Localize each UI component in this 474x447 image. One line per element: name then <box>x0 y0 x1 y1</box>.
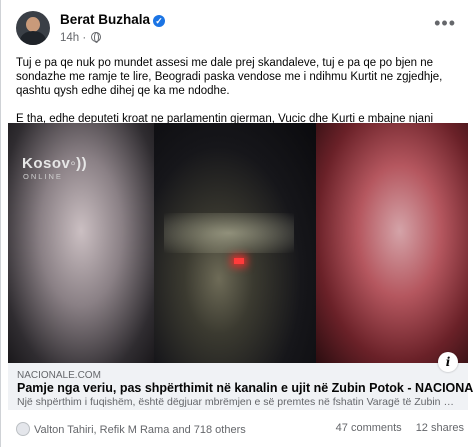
avatar-head-shape <box>26 17 40 32</box>
reaction-names[interactable]: Valton Tahiri, Refik M Rama and 718 othe… <box>34 424 246 436</box>
post-meta: 14h · <box>60 32 102 44</box>
link-title[interactable]: Pamje nga veriu, pas shpërthimit në kana… <box>17 381 474 395</box>
watermark-text: Kosov <box>22 155 71 172</box>
red-light <box>234 258 244 264</box>
post-header: Berat Buzhala ✓ 14h · ••• <box>16 11 464 47</box>
light-glow <box>164 213 294 253</box>
post-paragraph-1: Tuj e pa qe nuk po mundet assesi me dale… <box>16 57 443 97</box>
more-options-icon[interactable]: ••• <box>434 13 456 34</box>
globe-icon <box>91 32 102 43</box>
avatar[interactable] <box>16 11 50 45</box>
info-icon[interactable]: i <box>438 352 458 372</box>
link-description: Një shpërthim i fuqishëm, është dëgjuar … <box>17 396 457 408</box>
post-footer: Valton Tahiri, Refik M Rama and 718 othe… <box>16 420 464 440</box>
video-panel-left: Kosov◦)) ONLINE <box>8 123 154 363</box>
post-card: Berat Buzhala ✓ 14h · ••• Tuj e pa qe nuk… <box>0 0 474 447</box>
reaction-icon <box>16 422 30 436</box>
verified-badge-icon: ✓ <box>153 15 166 27</box>
author-name-row: Berat Buzhala ✓ <box>60 12 166 27</box>
link-preview[interactable]: i NACIONALE.COM Pamje nga veriu, pas shp… <box>8 352 474 410</box>
video-panel-middle <box>154 123 316 363</box>
shares-count[interactable]: 12 shares <box>416 422 464 434</box>
comments-count[interactable]: 47 comments <box>336 422 402 434</box>
link-domain: NACIONALE.COM <box>17 370 101 381</box>
video-panel-right <box>316 123 468 363</box>
post-video-thumbnail[interactable]: Kosov◦)) ONLINE <box>8 123 468 363</box>
watermark-logo: Kosov◦)) <box>22 155 88 172</box>
avatar-body-shape <box>20 31 46 45</box>
author-name[interactable]: Berat Buzhala <box>60 12 150 27</box>
post-time[interactable]: 14h <box>60 32 79 44</box>
engagement-counts: 47 comments 12 shares <box>322 422 464 434</box>
reactions-summary[interactable]: Valton Tahiri, Refik M Rama and 718 othe… <box>16 422 246 436</box>
watermark-sub: ONLINE <box>23 172 63 181</box>
